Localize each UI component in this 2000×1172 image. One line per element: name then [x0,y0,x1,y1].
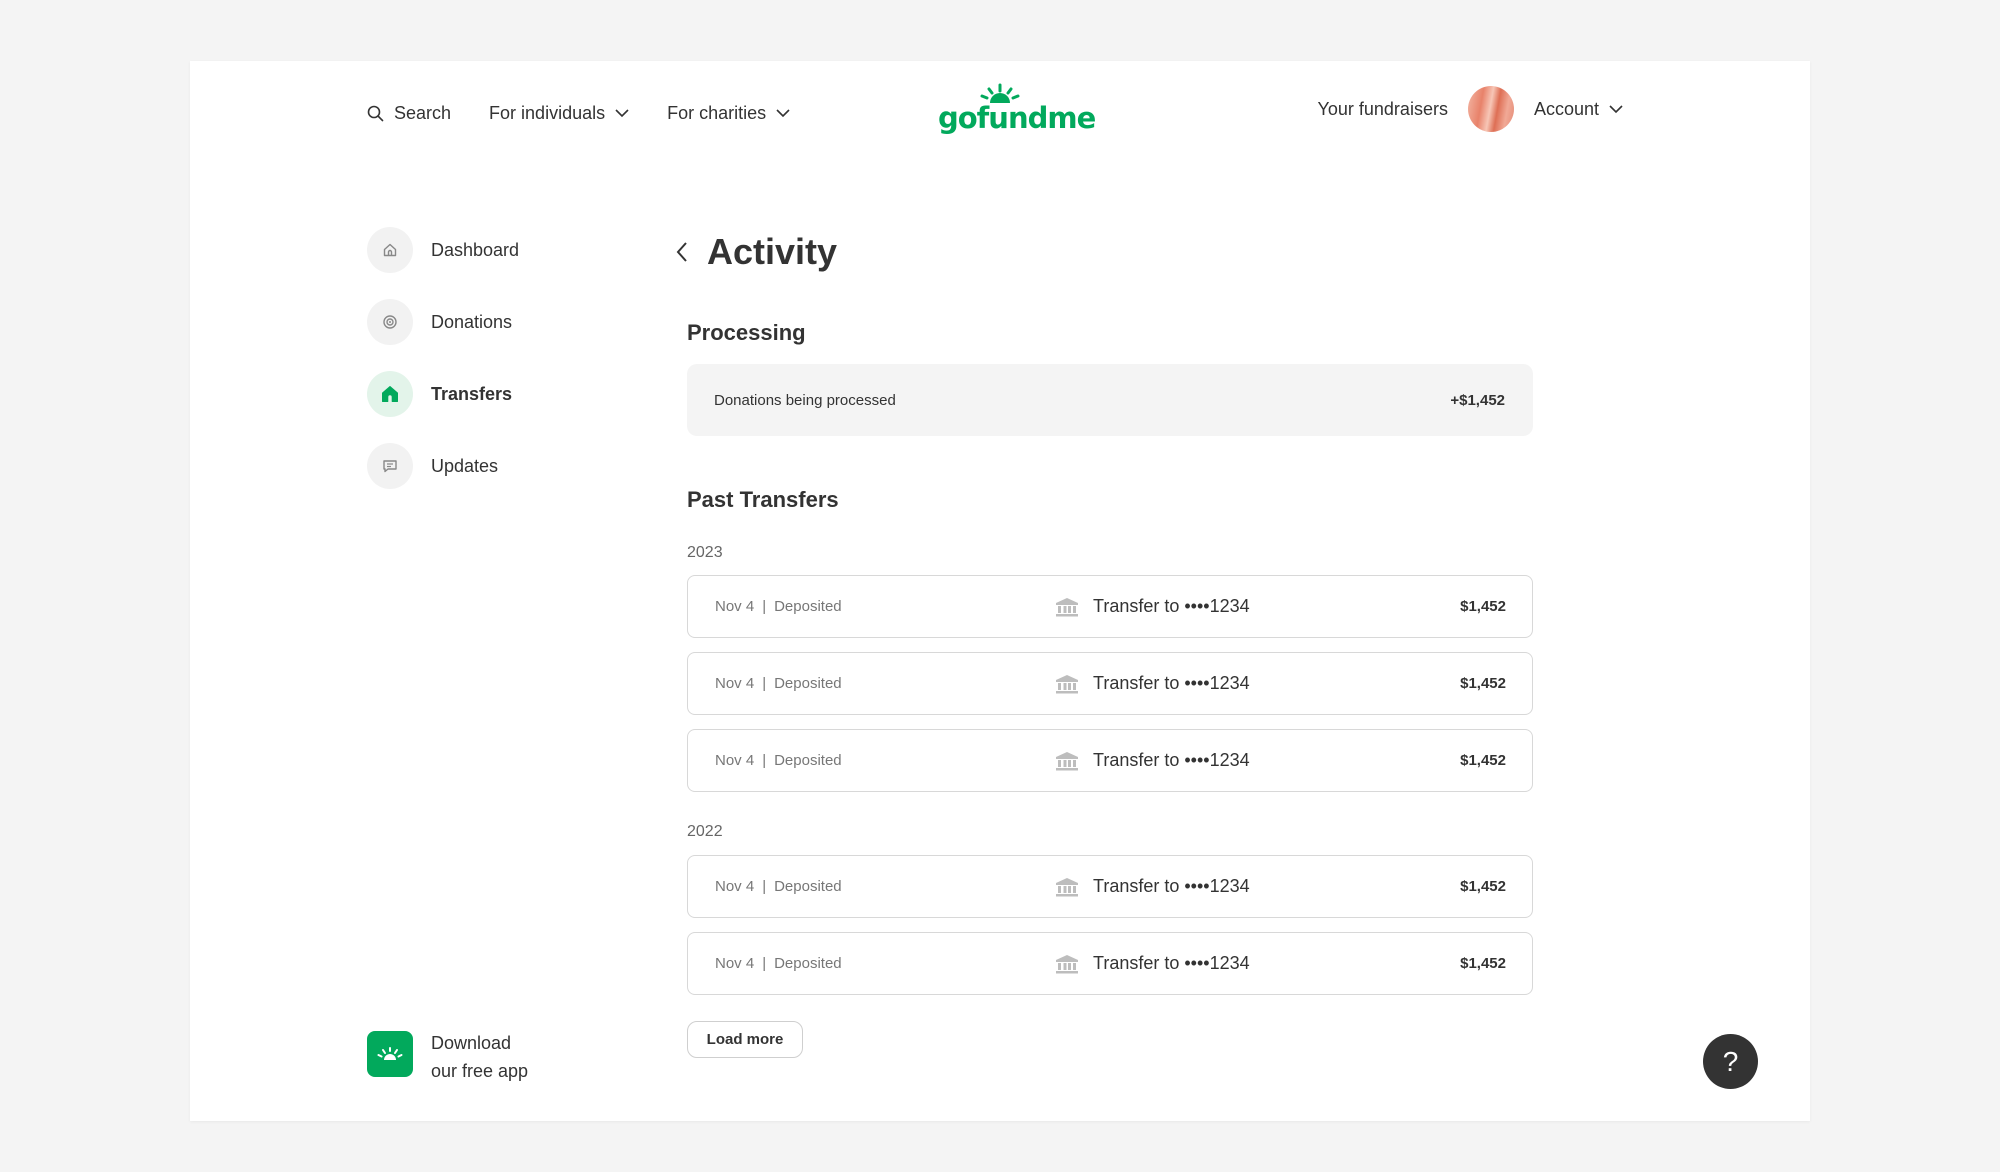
transfer-row[interactable]: Nov 4 | Deposited Transfer to ••••1234 $… [687,575,1533,638]
transfer-text: Transfer to ••••1234 [1093,673,1250,693]
for-individuals-menu[interactable]: For individuals [489,103,629,124]
page-title: Activity [707,231,838,272]
transfer-date: Nov 4 [715,955,755,972]
transfer-row[interactable]: Nov 4 | Deposited Transfer to ••••1234 $… [687,729,1533,792]
transfer-row[interactable]: Nov 4 | Deposited Transfer to ••••1234 $… [687,652,1533,715]
sidebar: Dashboard Donations Transfers Updates [367,227,519,515]
load-more-button[interactable]: Load more [687,1021,803,1058]
sidebar-item-dashboard[interactable]: Dashboard [367,227,519,273]
transfer-text: Transfer to ••••1234 [1093,750,1250,770]
transfer-date: Nov 4 [715,598,755,615]
transfer-date-status: Nov 4 | Deposited [715,955,1055,972]
sidebar-item-label: Updates [431,455,499,476]
sidebar-item-label: Donations [431,311,513,332]
transfer-date-status: Nov 4 | Deposited [715,675,1055,692]
page-container: Search For individuals For charities gof… [190,61,1810,1121]
transfer-status: Deposited [774,955,842,972]
transfer-destination: Transfer to ••••1234 [1055,750,1250,771]
year-label: 2022 [687,823,723,840]
transfer-text: Transfer to ••••1234 [1093,596,1250,616]
transfer-status: Deposited [774,752,842,769]
separator: | [762,675,767,692]
transfer-date-status: Nov 4 | Deposited [715,598,1055,615]
avatar[interactable] [1467,86,1514,132]
separator: | [762,752,767,769]
separator: | [762,598,767,615]
bank-icon [1056,877,1078,896]
for-charities-label: For charities [667,102,767,123]
transfer-date-status: Nov 4 | Deposited [715,878,1055,895]
transfer-date: Nov 4 [715,878,755,895]
your-fundraisers-link[interactable]: Your fundraisers [1318,99,1448,120]
separator: | [762,955,767,972]
transfer-text: Transfer to ••••1234 [1093,953,1250,973]
year-label: 2023 [687,544,723,561]
transfer-row[interactable]: Nov 4 | Deposited Transfer to ••••1234 $… [687,855,1533,918]
download-line-2: our free app [431,1061,529,1081]
transfer-amount: $1,452 [1460,752,1506,769]
transfer-status: Deposited [774,878,842,895]
chat-icon [367,443,413,489]
top-nav-right: Your fundraisers Account [1318,85,1623,133]
transfer-date-status: Nov 4 | Deposited [715,752,1055,769]
app-logo-icon [367,1031,413,1077]
transfer-date: Nov 4 [715,752,755,769]
back-chevron-icon[interactable] [675,241,689,263]
processing-label: Donations being processed [714,391,896,409]
past-transfers-heading: Past Transfers [687,487,839,512]
chevron-down-icon [776,108,790,117]
for-charities-menu[interactable]: For charities [667,103,790,124]
bank-icon [1056,954,1078,973]
search-icon [367,105,384,121]
sidebar-item-transfers[interactable]: Transfers [367,371,519,417]
transfer-destination: Transfer to ••••1234 [1055,953,1250,974]
transfer-amount: $1,452 [1460,955,1506,972]
search-label: Search [394,102,452,123]
transfer-row[interactable]: Nov 4 | Deposited Transfer to ••••1234 $… [687,932,1533,995]
chevron-down-icon [1609,104,1623,113]
transfer-destination: Transfer to ••••1234 [1055,876,1250,897]
chevron-down-icon [615,108,629,117]
transfer-date: Nov 4 [715,675,755,692]
sidebar-item-donations[interactable]: Donations [367,299,519,345]
home-outline-icon [367,227,413,273]
download-line-1: Download [431,1033,512,1053]
search-button[interactable]: Search [367,103,451,124]
transfer-status: Deposited [774,675,842,692]
top-nav-left: Search For individuals For charities [367,91,790,135]
gofundme-logo[interactable]: gofundme [938,81,1096,135]
bank-icon [1056,674,1078,693]
transfer-status: Deposited [774,598,842,615]
processing-summary: Donations being processed +$1,452 [687,364,1533,436]
transfer-amount: $1,452 [1460,878,1506,895]
transfer-destination: Transfer to ••••1234 [1055,596,1250,617]
sidebar-item-label: Transfers [431,383,513,404]
processing-heading: Processing [687,320,806,345]
title-row: Activity [675,231,837,273]
transfer-destination: Transfer to ••••1234 [1055,673,1250,694]
account-menu[interactable]: Account [1534,99,1623,120]
bank-icon [1056,597,1078,616]
sidebar-item-label: Dashboard [431,239,520,260]
home-filled-icon [367,371,413,417]
sidebar-item-updates[interactable]: Updates [367,443,519,489]
transfer-amount: $1,452 [1460,675,1506,692]
bank-icon [1056,751,1078,770]
transfer-amount: $1,452 [1460,598,1506,615]
processing-amount: +$1,452 [1450,391,1505,409]
download-app-promo[interactable]: Download our free app [367,1029,528,1085]
donations-icon [367,299,413,345]
logo-text: gofundme [938,101,1096,135]
help-button[interactable]: ? [1703,1034,1758,1089]
for-individuals-label: For individuals [489,102,606,123]
download-text: Download our free app [431,1029,528,1085]
transfer-text: Transfer to ••••1234 [1093,876,1250,896]
account-label: Account [1533,98,1599,119]
separator: | [762,878,767,895]
